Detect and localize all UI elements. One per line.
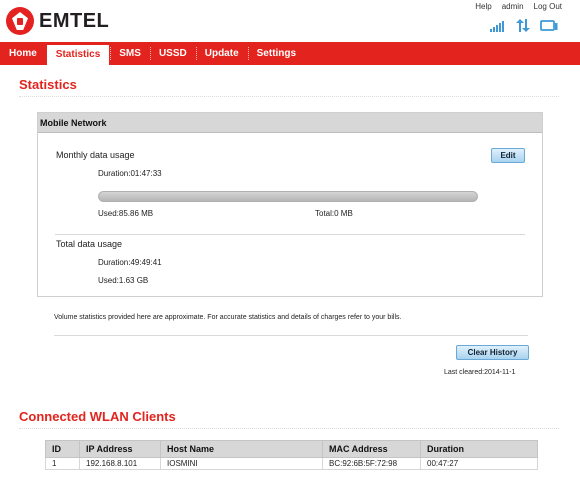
header: EMTEL Help admin Log Out xyxy=(0,0,580,42)
col-host-name: Host Name xyxy=(160,440,323,458)
emtel-logo-icon xyxy=(6,7,34,35)
edit-button[interactable]: Edit xyxy=(491,148,525,163)
statistics-divider xyxy=(19,96,559,97)
cell-host-name: IOSMINI xyxy=(160,457,323,470)
brand-name: EMTEL xyxy=(39,9,110,32)
total-used: Used:1.63 GB xyxy=(98,276,149,285)
nav-update[interactable]: Update xyxy=(195,42,248,65)
cell-mac-address: BC:92:6B:5F:72:98 xyxy=(322,457,421,470)
monthly-usage-progress xyxy=(98,191,478,202)
help-link[interactable]: Help xyxy=(475,2,491,11)
wlan-clients-title: Connected WLAN Clients xyxy=(19,409,176,424)
cell-id: 1 xyxy=(45,457,80,470)
table-row: 1 192.168.8.101 IOSMINI BC:92:6B:5F:72:9… xyxy=(45,457,538,470)
monthly-duration: Duration:01:47:33 xyxy=(98,169,162,178)
last-cleared: Last cleared:2014-11-1 xyxy=(444,369,516,376)
nav-home[interactable]: Home xyxy=(0,42,46,65)
col-duration: Duration xyxy=(420,440,538,458)
signal-strength-icon xyxy=(490,19,506,37)
total-usage-label: Total data usage xyxy=(56,239,123,249)
mobile-network-panel: Mobile Network xyxy=(37,112,543,297)
clear-history-button[interactable]: Clear History xyxy=(456,345,529,360)
usage-disclaimer: Volume statistics provided here are appr… xyxy=(54,314,402,321)
nav-statistics[interactable]: Statistics xyxy=(46,45,110,65)
status-icons xyxy=(490,19,558,37)
statistics-title: Statistics xyxy=(19,77,77,92)
connected-device-icon xyxy=(540,19,558,37)
admin-link[interactable]: admin xyxy=(502,2,524,11)
nav-sms[interactable]: SMS xyxy=(110,42,150,65)
monthly-total: Total:0 MB xyxy=(315,209,353,218)
top-links: Help admin Log Out xyxy=(475,2,562,11)
wlan-divider xyxy=(19,428,559,429)
nav-settings[interactable]: Settings xyxy=(247,42,305,65)
panel-divider xyxy=(55,234,525,235)
nav-ussd[interactable]: USSD xyxy=(149,42,196,65)
data-transfer-icon xyxy=(516,19,530,37)
brand-logo[interactable]: EMTEL xyxy=(6,7,109,35)
disclaimer-divider xyxy=(54,335,528,336)
cell-ip-address: 192.168.8.101 xyxy=(79,457,161,470)
mobile-network-header: Mobile Network xyxy=(38,113,542,133)
wlan-clients-table: ID IP Address Host Name MAC Address Dura… xyxy=(45,440,538,470)
logout-link[interactable]: Log Out xyxy=(534,2,562,11)
col-id: ID xyxy=(45,440,80,458)
monthly-used: Used:85.86 MB xyxy=(98,209,154,218)
cell-duration: 00:47:27 xyxy=(420,457,538,470)
col-ip-address: IP Address xyxy=(79,440,161,458)
table-header-row: ID IP Address Host Name MAC Address Dura… xyxy=(45,440,538,458)
col-mac-address: MAC Address xyxy=(322,440,421,458)
total-duration: Duration:49:49:41 xyxy=(98,258,162,267)
main-nav: Home Statistics SMS USSD Update Settings xyxy=(0,42,580,65)
monthly-usage-label: Monthly data usage xyxy=(56,150,135,160)
